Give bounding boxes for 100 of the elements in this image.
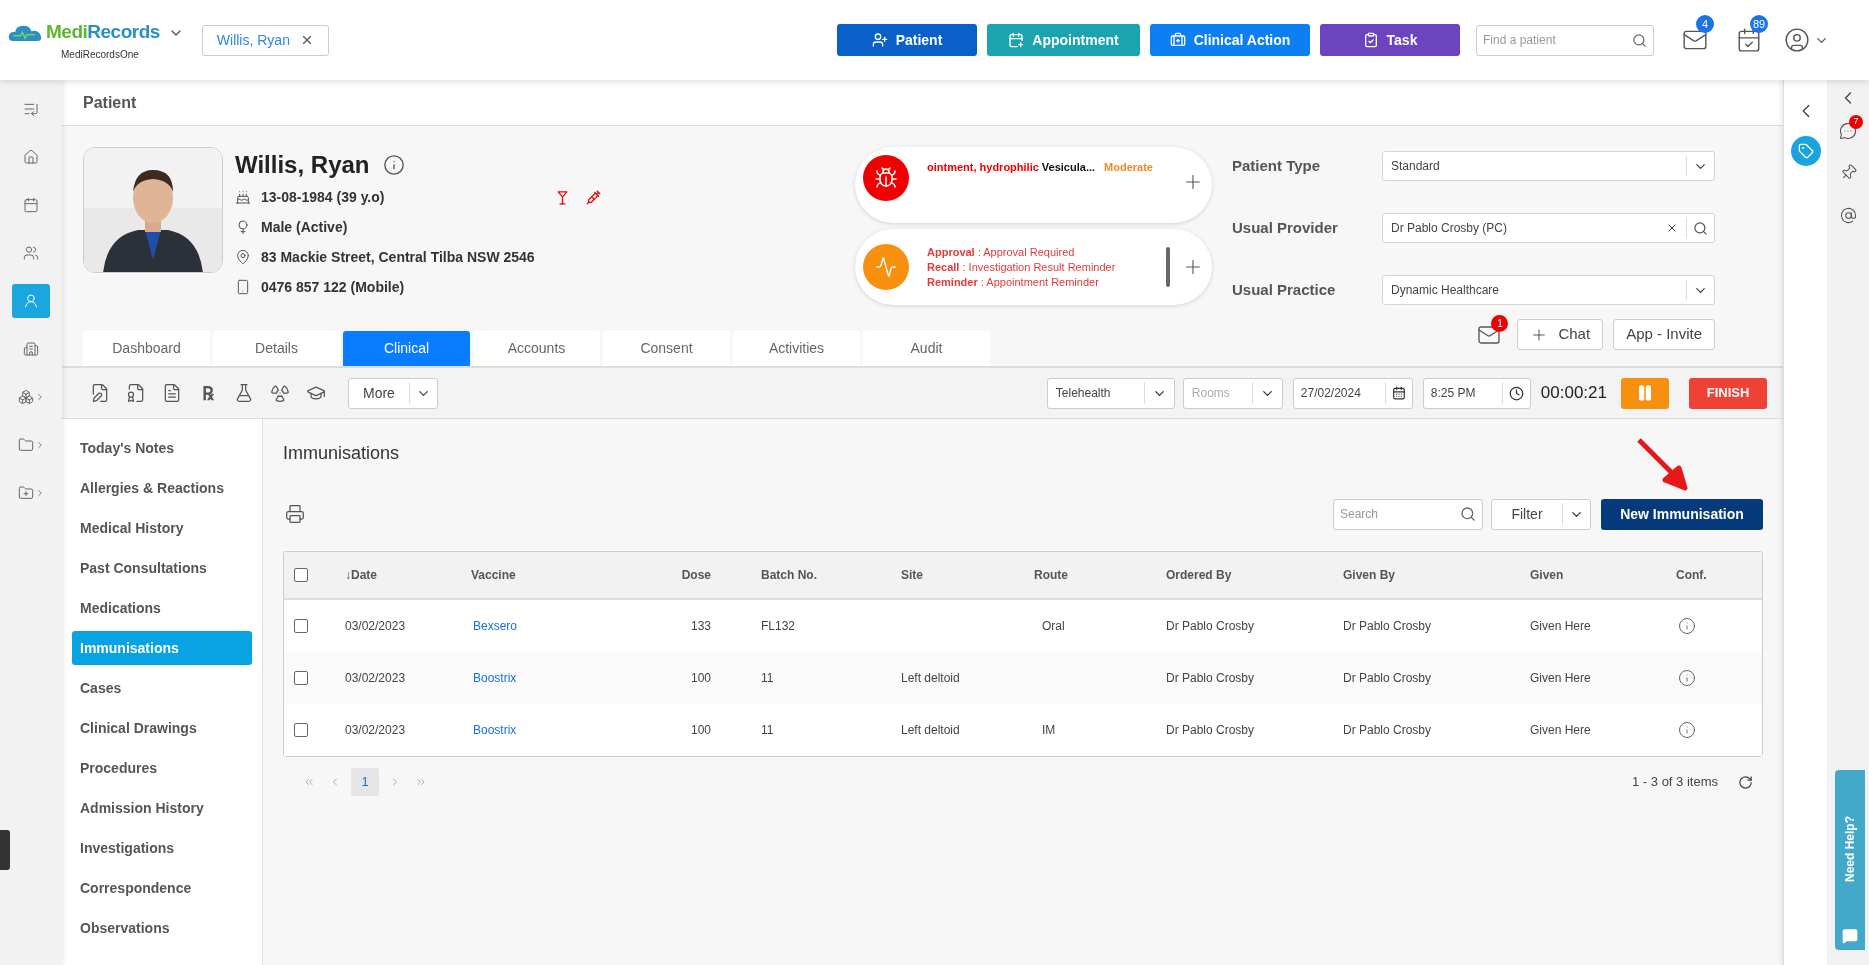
patient-tab[interactable]: Consent [603, 331, 730, 366]
nav-icon [17, 437, 34, 453]
vaccine-link[interactable]: Boostrix [471, 721, 661, 739]
column-header[interactable]: ↓Date [331, 566, 471, 584]
patient-detail: Male (Active) [261, 217, 348, 237]
patient-tab[interactable]: Audit [863, 331, 990, 366]
cocktail-icon[interactable] [555, 189, 570, 205]
column-header[interactable]: Vaccine [471, 566, 661, 584]
select-all-checkbox[interactable] [294, 568, 308, 582]
page-number[interactable]: 1 [351, 768, 379, 796]
allergy-substance: ointment, hydrophilic [927, 160, 1039, 175]
refresh-icon[interactable] [1738, 774, 1753, 790]
clinical-menu-item[interactable]: Cases [72, 671, 252, 705]
allergy-alert-card[interactable]: ointment, hydrophilic Vesicula... Moderate [855, 147, 1212, 223]
column-header[interactable]: Given [1530, 566, 1650, 584]
reminder-alert-card[interactable]: Approval : Approval Required Recall : Investigation Result Reminder Reminder : Appointment Reminder [855, 229, 1212, 305]
chat-button[interactable]: Chat [1517, 319, 1604, 350]
column-header[interactable]: Ordered By [1166, 566, 1343, 584]
filter-dropdown[interactable]: Filter [1491, 498, 1591, 530]
patient-tab[interactable]: Clinical [343, 331, 470, 366]
table-cell-text: 100 [689, 722, 711, 739]
clinical-menu-item[interactable]: Observations [72, 911, 252, 945]
clear-icon[interactable] [1666, 222, 1678, 234]
gender-icon [235, 219, 251, 235]
pause-icon [1636, 384, 1654, 402]
clinical-menu-item[interactable]: Clinical Drawings [72, 711, 252, 745]
chat-count-badge: 7 [1849, 115, 1863, 129]
user-avatar-icon[interactable] [1784, 27, 1810, 53]
info-icon[interactable] [1678, 721, 1696, 739]
column-header[interactable]: Route [1034, 566, 1166, 584]
table-cell-text: 03/02/2023 [344, 670, 407, 687]
row-checkbox[interactable] [294, 671, 308, 685]
pagination-summary: 1 - 3 of 3 items [1632, 773, 1718, 792]
clinical-menu-item[interactable]: Procedures [72, 751, 252, 785]
calendar-check-icon[interactable] [1736, 27, 1762, 53]
map-pin-icon [235, 249, 251, 265]
nav-icon [23, 101, 39, 117]
patient-search-field[interactable]: Find a patient [1476, 24, 1654, 56]
table-cell-text: Left deltoid [901, 722, 961, 739]
info-icon[interactable] [383, 154, 406, 176]
date-field[interactable]: 27/02/2024 [1292, 377, 1413, 409]
reminder-icon [863, 244, 909, 290]
field-label: Patient Type [1232, 155, 1322, 176]
open-patient-tab[interactable]: Willis, Ryan [201, 24, 329, 56]
chat-icon[interactable] [1839, 122, 1857, 140]
clinical-menu-item[interactable]: Allergies & Reactions [72, 471, 252, 505]
clinical-menu-item[interactable]: Investigations [72, 831, 252, 865]
clinical-menu-item[interactable]: Admission History [72, 791, 252, 825]
table-search-field[interactable]: Search [1333, 498, 1483, 530]
patient-tab[interactable]: Accounts [473, 331, 600, 366]
clinical-menu-item[interactable]: Medical History [72, 511, 252, 545]
nav-icon [17, 485, 34, 501]
select-field[interactable]: Standard [1382, 151, 1715, 181]
page-title: Patient [83, 92, 137, 113]
vaccine-link[interactable]: Boostrix [471, 669, 661, 687]
clinical-menu-item[interactable]: Correspondence [72, 871, 252, 905]
row-checkbox[interactable] [294, 619, 308, 633]
nav-icon [23, 149, 39, 165]
vaccine-link[interactable]: Bexsero [471, 617, 661, 635]
column-header[interactable]: Dose [661, 566, 711, 584]
header-action-button[interactable]: Clinical Action [1150, 24, 1310, 56]
patient-name: Willis, Ryan [235, 150, 370, 180]
patient-tab[interactable]: Details [213, 331, 340, 366]
more-dropdown[interactable]: More [348, 377, 438, 409]
clinical-menu-item[interactable]: Medications [72, 591, 252, 625]
print-icon[interactable] [285, 504, 305, 524]
clinical-menu-item[interactable]: Past Consultations [72, 551, 252, 585]
info-icon[interactable] [1678, 617, 1696, 635]
patient-tab[interactable]: Activities [733, 331, 860, 366]
row-checkbox[interactable] [294, 723, 308, 737]
select-field[interactable]: Dynamic Healthcare [1382, 275, 1715, 305]
allergy-reaction: Vesicula... [1041, 160, 1096, 175]
tag-icon[interactable] [1790, 136, 1821, 166]
patient-tab[interactable]: Dashboard [83, 331, 210, 366]
column-header[interactable]: Given By [1343, 566, 1530, 584]
time-field[interactable]: 8:25 PM [1422, 377, 1531, 409]
clinical-menu-item[interactable]: Today's Notes [72, 431, 252, 465]
field-label: Usual Practice [1232, 279, 1337, 300]
header-action-button[interactable]: Task [1320, 24, 1460, 56]
new-immunisation-button[interactable]: New Immunisation [1601, 498, 1763, 530]
header-action-button[interactable]: Patient [837, 24, 977, 56]
brand-logo[interactable]: MediRecords [46, 18, 160, 47]
at-sign-icon[interactable] [1839, 207, 1857, 224]
column-header[interactable]: Batch No. [711, 566, 901, 584]
search-icon[interactable] [1693, 220, 1708, 236]
action-icon [1169, 32, 1186, 48]
finish-button[interactable]: FINISH [1689, 377, 1767, 409]
provider-lookup-field[interactable]: Dr Pablo Crosby (PC) [1382, 213, 1715, 243]
field-value: Standard [1390, 158, 1441, 175]
info-icon[interactable] [1678, 669, 1696, 687]
prescription-tool[interactable]: ℞ [194, 379, 222, 407]
app-invite-button[interactable]: App - Invite [1613, 319, 1715, 350]
chat-bubble-icon [1842, 928, 1858, 944]
column-header[interactable]: Conf. [1650, 566, 1762, 584]
table-cell-text: Left deltoid [901, 670, 961, 687]
table-cell-text: Dr Pablo Crosby [1166, 670, 1256, 687]
patient-detail: 0476 857 122 (Mobile) [261, 277, 405, 297]
column-header[interactable]: Site [901, 566, 1034, 584]
appointment-type-select[interactable]: Telehealth [1046, 377, 1175, 409]
syringe-icon[interactable] [586, 189, 601, 205]
